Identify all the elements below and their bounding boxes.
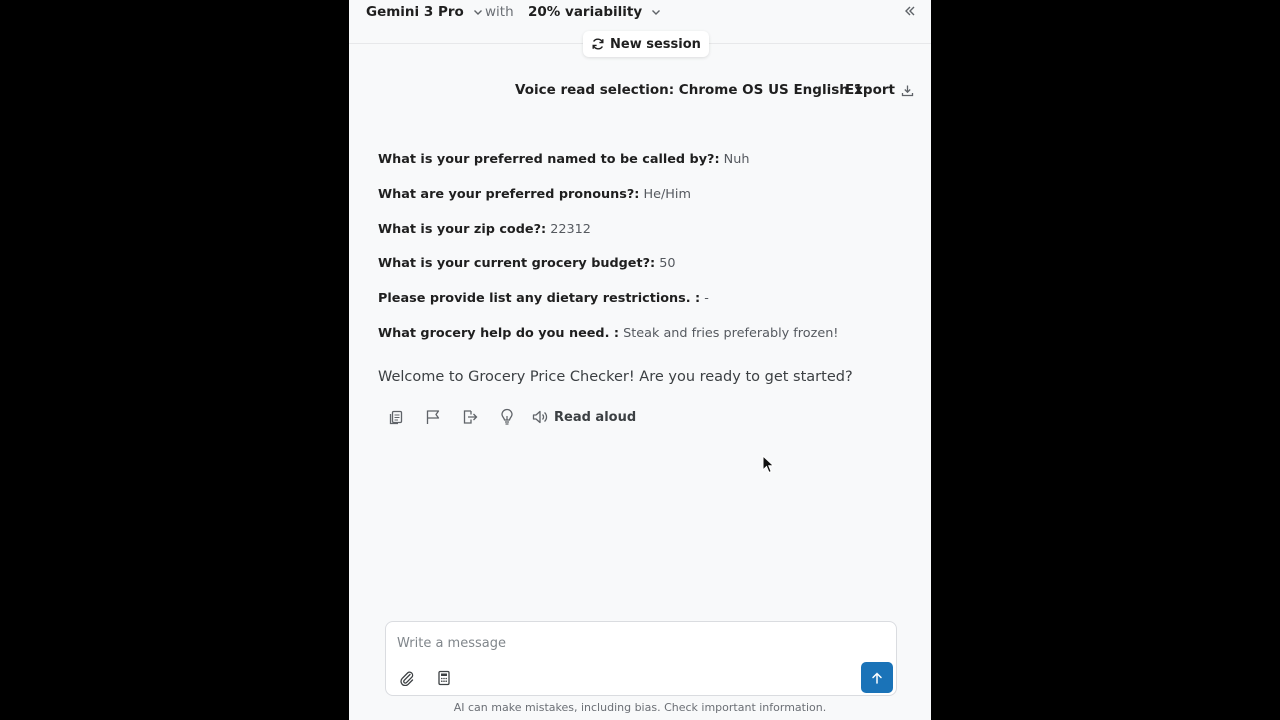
chevron-down-icon: [652, 10, 661, 15]
refresh-icon: [592, 38, 604, 50]
speaker-icon: [532, 410, 548, 424]
read-aloud-label: Read aloud: [554, 409, 637, 425]
profile-question: Please provide list any dietary restrict…: [378, 291, 701, 307]
profile-answer: Nuh: [723, 152, 750, 167]
share-icon[interactable]: [461, 408, 479, 426]
profile-question: What is your preferred named to be calle…: [378, 152, 720, 167]
profile-item: Please provide list any dietary restrict…: [378, 289, 918, 309]
variability-selector[interactable]: 20% variability: [528, 2, 662, 22]
profile-question: What grocery help do you need. :: [378, 325, 620, 341]
profile-item: What is your zip code?: 22312: [378, 220, 918, 240]
new-session-label: New session: [610, 36, 701, 52]
message-composer: [385, 621, 897, 696]
model-name: Gemini 3 Pro: [366, 4, 464, 20]
send-button[interactable]: [861, 662, 893, 693]
assistant-message: Welcome to Grocery Price Checker! Are yo…: [378, 369, 853, 385]
message-input[interactable]: [397, 632, 857, 654]
profile-item: What is your current grocery budget?: 50: [378, 254, 918, 274]
profile-question: What is your zip code?:: [378, 221, 547, 237]
profile-answer: 50: [659, 256, 676, 272]
chevron-down-icon: [473, 10, 482, 15]
mouse-pointer-icon: [762, 455, 775, 474]
lightbulb-icon[interactable]: [498, 408, 516, 426]
voice-selection[interactable]: Voice read selection: Chrome OS US Engli…: [515, 80, 863, 100]
profile-answer: -: [704, 291, 709, 307]
export-button[interactable]: Export: [845, 80, 914, 100]
profile-question: What is your current grocery budget?:: [378, 256, 656, 272]
message-actions: Read aloud: [387, 406, 636, 428]
variability-value: 20% variability: [528, 4, 643, 20]
calculator-icon[interactable]: [436, 670, 452, 686]
arrow-up-icon: [872, 671, 882, 684]
profile-answer: 22312: [550, 221, 591, 237]
profile-answers: What is your preferred named to be calle…: [378, 150, 918, 359]
ai-disclaimer: AI can make mistakes, including bias. Ch…: [453, 701, 827, 714]
profile-item: What grocery help do you need. : Steak a…: [378, 324, 918, 344]
new-session-button[interactable]: New session: [583, 31, 709, 57]
paperclip-icon[interactable]: [399, 670, 415, 686]
export-label: Export: [845, 82, 895, 98]
with-label: with: [485, 4, 514, 20]
profile-answer: He/Him: [643, 186, 691, 202]
flag-icon[interactable]: [424, 408, 442, 426]
profile-answer: Steak and fries preferably frozen!: [623, 325, 839, 341]
copy-icon[interactable]: [387, 408, 405, 426]
collapse-panel-icon[interactable]: [903, 4, 917, 18]
profile-question: What are your preferred pronouns?:: [378, 186, 640, 202]
read-aloud-button[interactable]: Read aloud: [531, 408, 636, 426]
chat-panel: Gemini 3 Pro with 20% variability New se…: [349, 0, 931, 720]
download-icon: [901, 85, 914, 96]
model-selector[interactable]: Gemini 3 Pro: [366, 2, 484, 22]
profile-item: What is your preferred named to be calle…: [378, 150, 918, 170]
profile-item: What are your preferred pronouns?: He/Hi…: [378, 185, 918, 205]
